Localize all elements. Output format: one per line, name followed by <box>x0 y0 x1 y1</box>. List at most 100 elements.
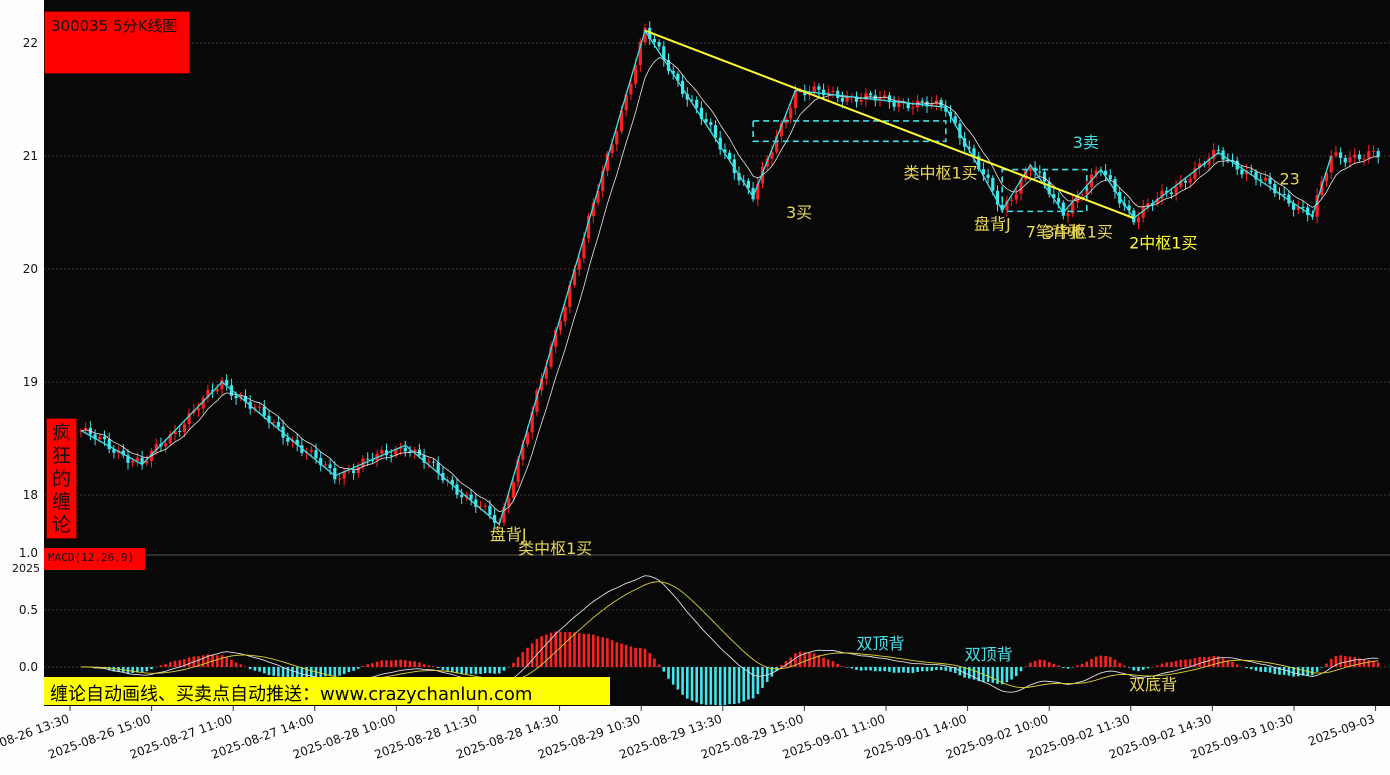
candle-body <box>840 98 844 102</box>
candle-body <box>1240 169 1244 175</box>
candle-body <box>102 436 107 440</box>
candle-body <box>215 389 219 392</box>
candle-body <box>366 458 370 460</box>
candle-body <box>1343 158 1347 163</box>
candle-body <box>1038 171 1042 173</box>
signal-label: 3卖 <box>1073 133 1099 152</box>
candle-body <box>1014 193 1018 200</box>
candle-body <box>1357 154 1361 160</box>
candle-body <box>276 422 280 427</box>
candle-body <box>1249 170 1253 172</box>
candle-body <box>629 83 633 95</box>
candle-body <box>403 447 407 452</box>
candle-body <box>1334 152 1338 156</box>
y-tick-label: 2025 <box>12 562 40 575</box>
candle-body <box>836 90 840 99</box>
side-label-badge: 疯狂的缠论 <box>46 418 77 539</box>
candle-body <box>1268 177 1272 184</box>
signal-label: 3买 <box>786 203 812 222</box>
candle-body <box>182 424 186 433</box>
candle-body <box>1028 167 1032 171</box>
signal-label: 类中枢1买 <box>518 539 592 558</box>
candle-body <box>986 174 990 178</box>
candle-body <box>1061 202 1065 216</box>
candle-body <box>98 436 102 440</box>
divergence-label: 双顶背 <box>857 634 905 653</box>
candle-body <box>892 102 896 107</box>
candle-body <box>1282 194 1286 196</box>
candle-body <box>1057 198 1061 203</box>
y-tick-label: 18 <box>23 488 38 502</box>
signal-label: 2中枢1买 <box>1129 234 1197 253</box>
chart-title-badge: 300035 5分K线图 <box>44 11 190 74</box>
macd-title: MACD(12,26,9) <box>48 551 135 564</box>
y-tick-label: 1.0 <box>19 546 38 560</box>
candle-body <box>920 100 924 102</box>
candle-body <box>1042 172 1047 182</box>
candle-body <box>1188 179 1192 183</box>
candle-body <box>869 93 873 96</box>
candle-body <box>431 461 436 463</box>
candle-body <box>1216 149 1220 151</box>
signal-label: 类中枢1买 <box>904 164 978 183</box>
candle-body <box>178 431 182 433</box>
candle-body <box>164 443 168 447</box>
candle-body <box>1339 152 1343 159</box>
candle-body <box>309 450 313 452</box>
y-tick-label: 0.0 <box>19 660 38 674</box>
candle-body <box>845 96 849 102</box>
side-label: 疯狂的缠论 <box>51 422 71 536</box>
candle-body <box>563 306 567 322</box>
chart-title: 300035 5分K线图 <box>51 17 178 35</box>
candle-body <box>1367 151 1371 159</box>
candle-body <box>483 505 487 507</box>
signal-label: 盘背J <box>974 214 1011 233</box>
candle-body <box>1263 177 1267 181</box>
candle-body <box>328 464 332 469</box>
candle-body <box>709 122 713 126</box>
promo-banner: 缠论自动画线、买卖点自动推送：www.crazychanlun.com <box>44 677 610 705</box>
candle-body <box>107 439 111 450</box>
candle-body <box>859 99 863 102</box>
candle-body <box>323 464 327 466</box>
candle-body <box>911 107 915 109</box>
candle-body <box>196 408 201 411</box>
candle-body <box>262 406 266 416</box>
candle-body <box>1301 206 1305 208</box>
candle-body <box>1080 194 1084 196</box>
y-tick-label: 21 <box>23 149 38 163</box>
candle-body <box>1174 186 1178 195</box>
candle-body <box>812 86 816 93</box>
promo-text: 缠论自动画线、买卖点自动推送：www.crazychanlun.com <box>50 684 533 705</box>
candle-body <box>380 450 384 454</box>
candle-body <box>831 90 835 93</box>
candle-body <box>460 494 464 498</box>
candle-body <box>314 450 318 459</box>
candle-body <box>652 39 656 43</box>
kline-chart: 22212019181.00.50.02025 盘背J类中枢1买3买类中枢1买盘… <box>0 0 1390 775</box>
candle-body <box>713 125 718 138</box>
y-tick-label: 0.5 <box>19 603 38 617</box>
candle-body <box>1169 192 1173 195</box>
candle-body <box>789 108 793 119</box>
y-tick-label: 19 <box>23 375 38 389</box>
candle-body <box>1353 154 1357 158</box>
candle-body <box>1010 199 1014 201</box>
candle-body <box>695 99 699 108</box>
candle-body <box>272 422 276 424</box>
divergence-label: 双顶背 <box>965 645 1013 664</box>
signal-label: 23 <box>1280 169 1300 188</box>
candle-body <box>972 148 976 157</box>
candle-body <box>258 406 262 408</box>
y-tick-label: 22 <box>23 36 38 50</box>
candle-body <box>657 42 661 47</box>
macd-title-badge: MACD(12,26,9) <box>44 548 145 570</box>
candle-body <box>817 86 821 90</box>
candle-body <box>1362 158 1366 160</box>
divergence-label: 双底背 <box>1129 675 1177 694</box>
candle-body <box>511 481 515 498</box>
candle-body <box>356 466 360 474</box>
candle-body <box>469 494 473 500</box>
candle-body <box>234 395 238 399</box>
candle-body <box>337 478 342 480</box>
